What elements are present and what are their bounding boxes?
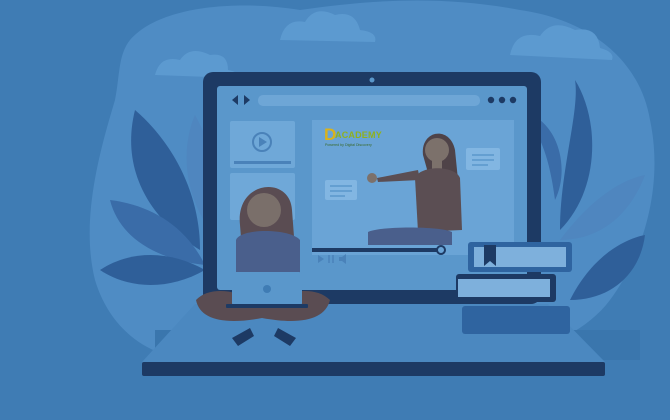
logo-tagline: Powered by Digital Discovery [325,143,372,147]
e-learning-illustration [0,0,670,420]
browser-toolbar [232,95,517,106]
progress-track [312,248,444,252]
book [462,306,570,334]
student-laptop-logo [263,285,271,293]
teacher-head [425,138,449,162]
progress-handle [436,245,446,255]
address-bar [258,95,480,106]
window-dot-icon [498,96,506,104]
academy-logo: D ACADEMY Powered by Digital Discovery [324,126,394,150]
teacher-legs [368,227,452,245]
window-dot-icon [509,96,517,104]
book-stack [456,242,572,334]
book-pages [458,279,550,297]
speech-bubble [325,180,357,200]
thumbnail-bar [234,161,291,164]
speech-bubble [466,148,500,170]
teacher-hand [367,173,377,183]
student-head [247,193,281,227]
student-laptop-base [226,304,308,308]
window-dot-icon [487,96,495,104]
logo-word: ACADEMY [335,130,382,140]
teacher-torso [415,168,462,232]
webcam [369,77,375,83]
laptop-base-edge [142,362,605,376]
